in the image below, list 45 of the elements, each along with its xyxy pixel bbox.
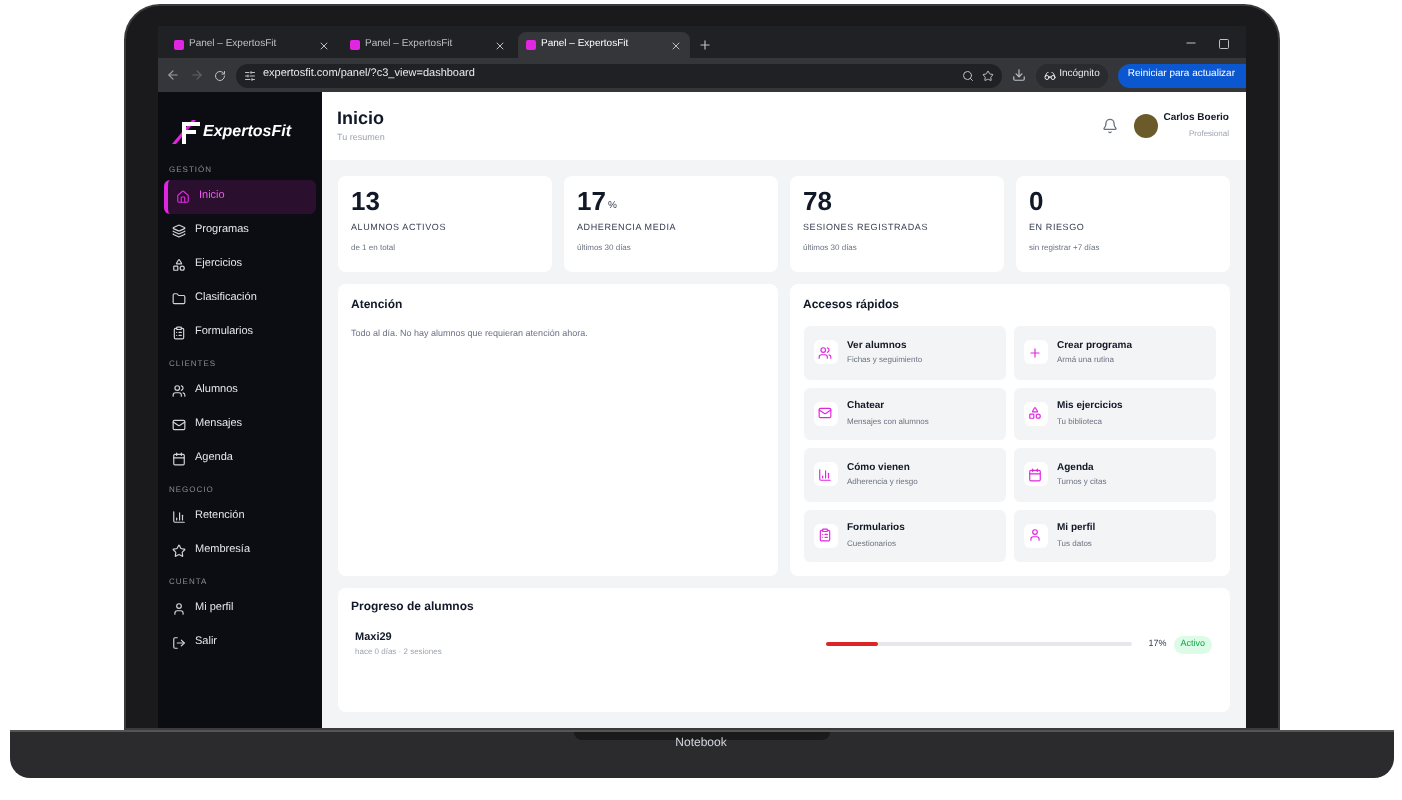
mail-icon — [818, 406, 832, 421]
users-icon — [171, 384, 185, 398]
stat-value: 78 — [803, 188, 832, 214]
stat-value: 13 — [351, 188, 380, 214]
user-icon — [171, 602, 185, 616]
download-icon[interactable] — [1011, 68, 1026, 82]
avatar[interactable] — [1133, 114, 1158, 138]
page-title: Inicio — [337, 105, 387, 132]
stat-value: 17 — [577, 188, 606, 214]
reload-icon[interactable] — [213, 69, 225, 81]
bar-chart-icon — [171, 510, 185, 524]
close-icon[interactable] — [669, 39, 681, 51]
stat-value: 0 — [1029, 188, 1044, 214]
logout-icon — [171, 636, 185, 650]
mail-icon — [171, 418, 185, 432]
site-settings-icon[interactable] — [243, 69, 255, 81]
maximize-icon[interactable] — [1217, 38, 1229, 50]
clipboard-icon — [171, 326, 185, 340]
shapes-icon — [1028, 406, 1042, 421]
minimize-icon[interactable] — [1183, 36, 1197, 50]
user-icon — [1028, 528, 1042, 543]
star-icon — [171, 544, 185, 558]
plus-icon — [1028, 345, 1042, 360]
favicon-icon — [173, 40, 183, 50]
star-icon[interactable] — [981, 69, 994, 81]
favicon-icon — [349, 40, 359, 50]
logo-icon — [171, 120, 199, 144]
shapes-icon — [171, 258, 185, 272]
new-tab-icon[interactable] — [697, 38, 711, 52]
folder-icon — [171, 292, 185, 306]
favicon-icon — [525, 40, 535, 50]
search-icon[interactable] — [961, 69, 974, 81]
close-icon[interactable] — [317, 39, 329, 51]
bar-chart-icon — [818, 467, 832, 482]
incognito-icon — [1043, 69, 1056, 81]
calendar-icon — [1028, 467, 1042, 482]
clipboard-icon — [818, 528, 832, 543]
notification-icon[interactable] — [1101, 118, 1118, 134]
close-icon[interactable] — [493, 39, 505, 51]
back-icon[interactable] — [165, 68, 179, 82]
logo-text: ExpertosFit — [203, 120, 292, 144]
calendar-icon — [171, 452, 185, 466]
users-icon — [818, 345, 832, 360]
home-icon — [175, 190, 189, 204]
layers-icon — [171, 224, 185, 238]
